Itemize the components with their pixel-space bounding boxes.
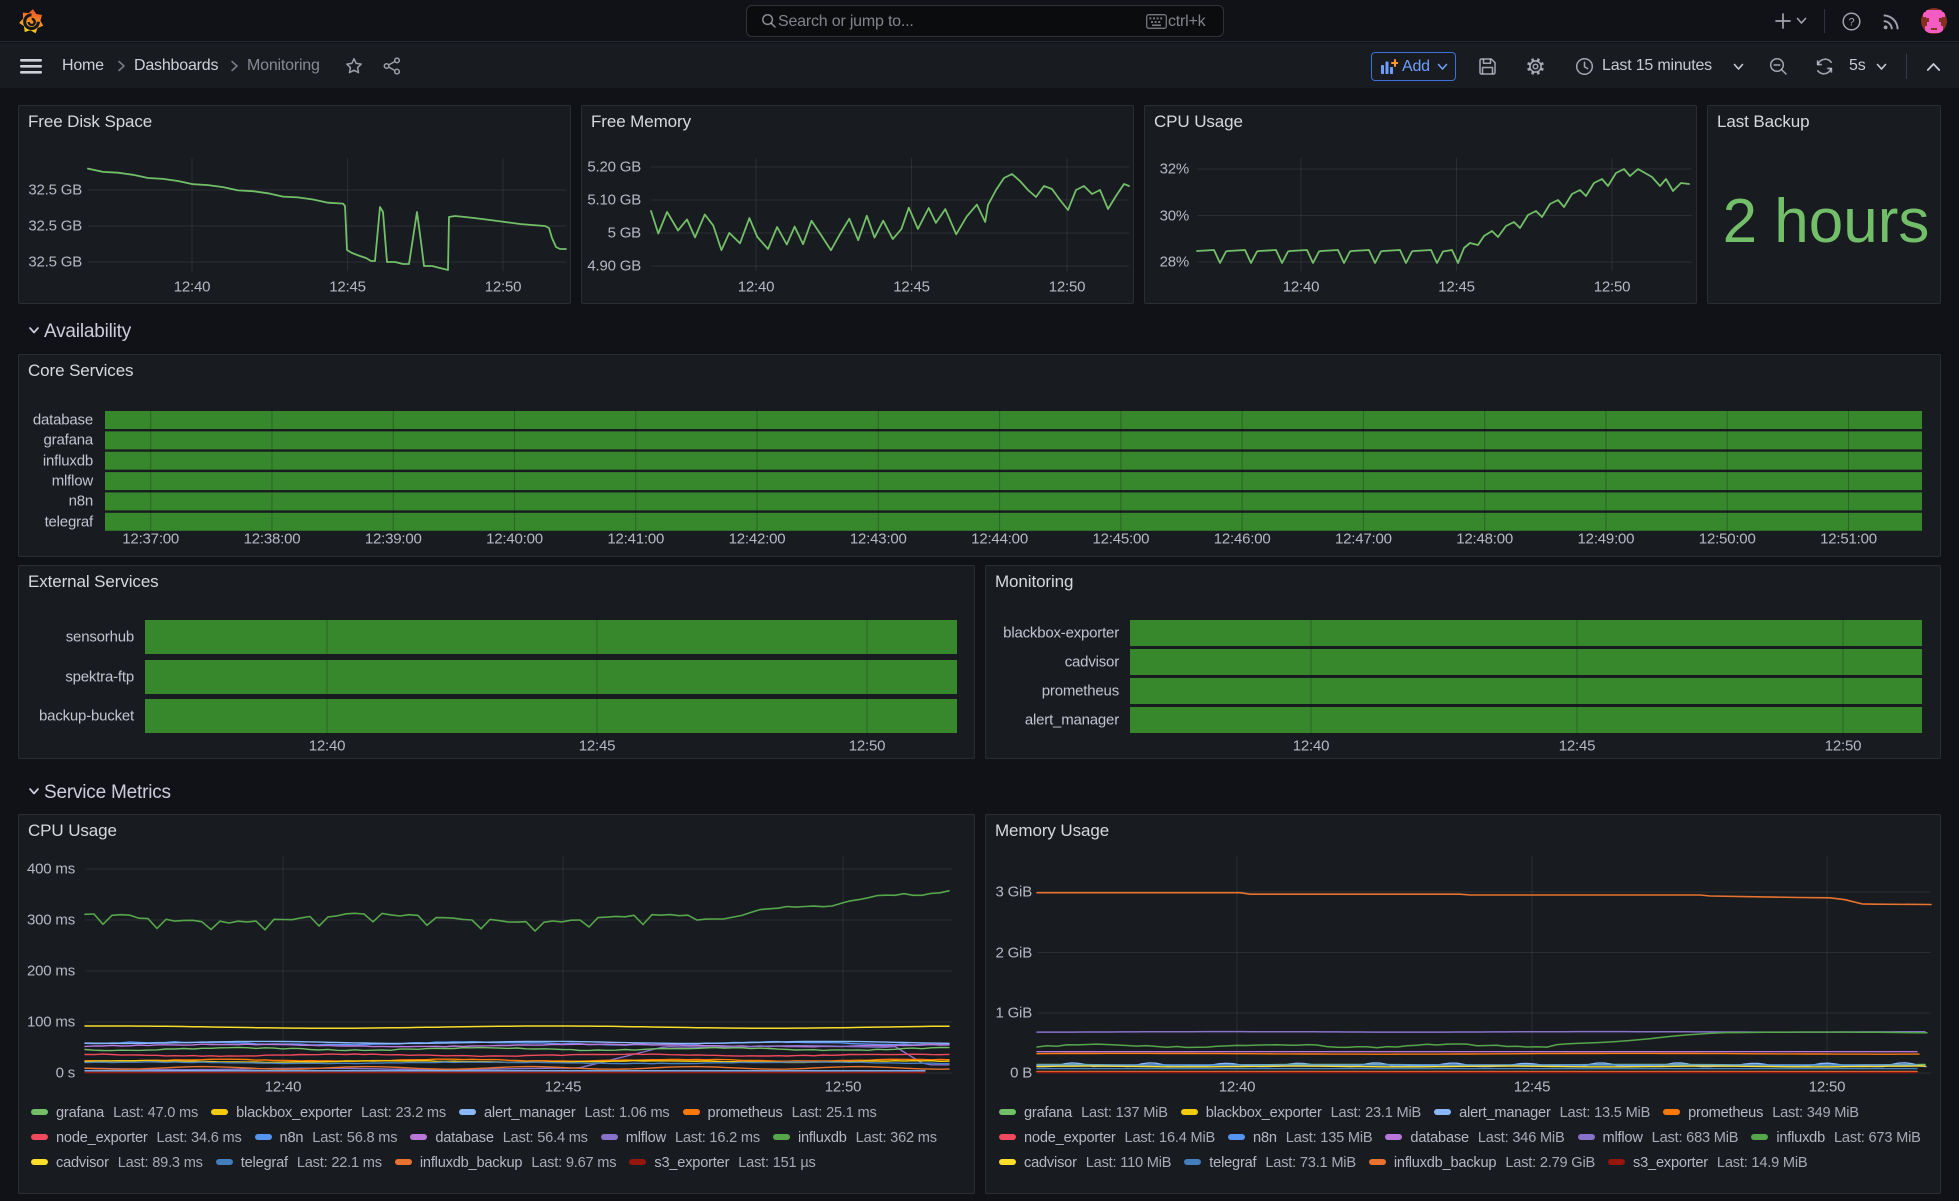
svg-text:?: ?: [1848, 16, 1854, 28]
